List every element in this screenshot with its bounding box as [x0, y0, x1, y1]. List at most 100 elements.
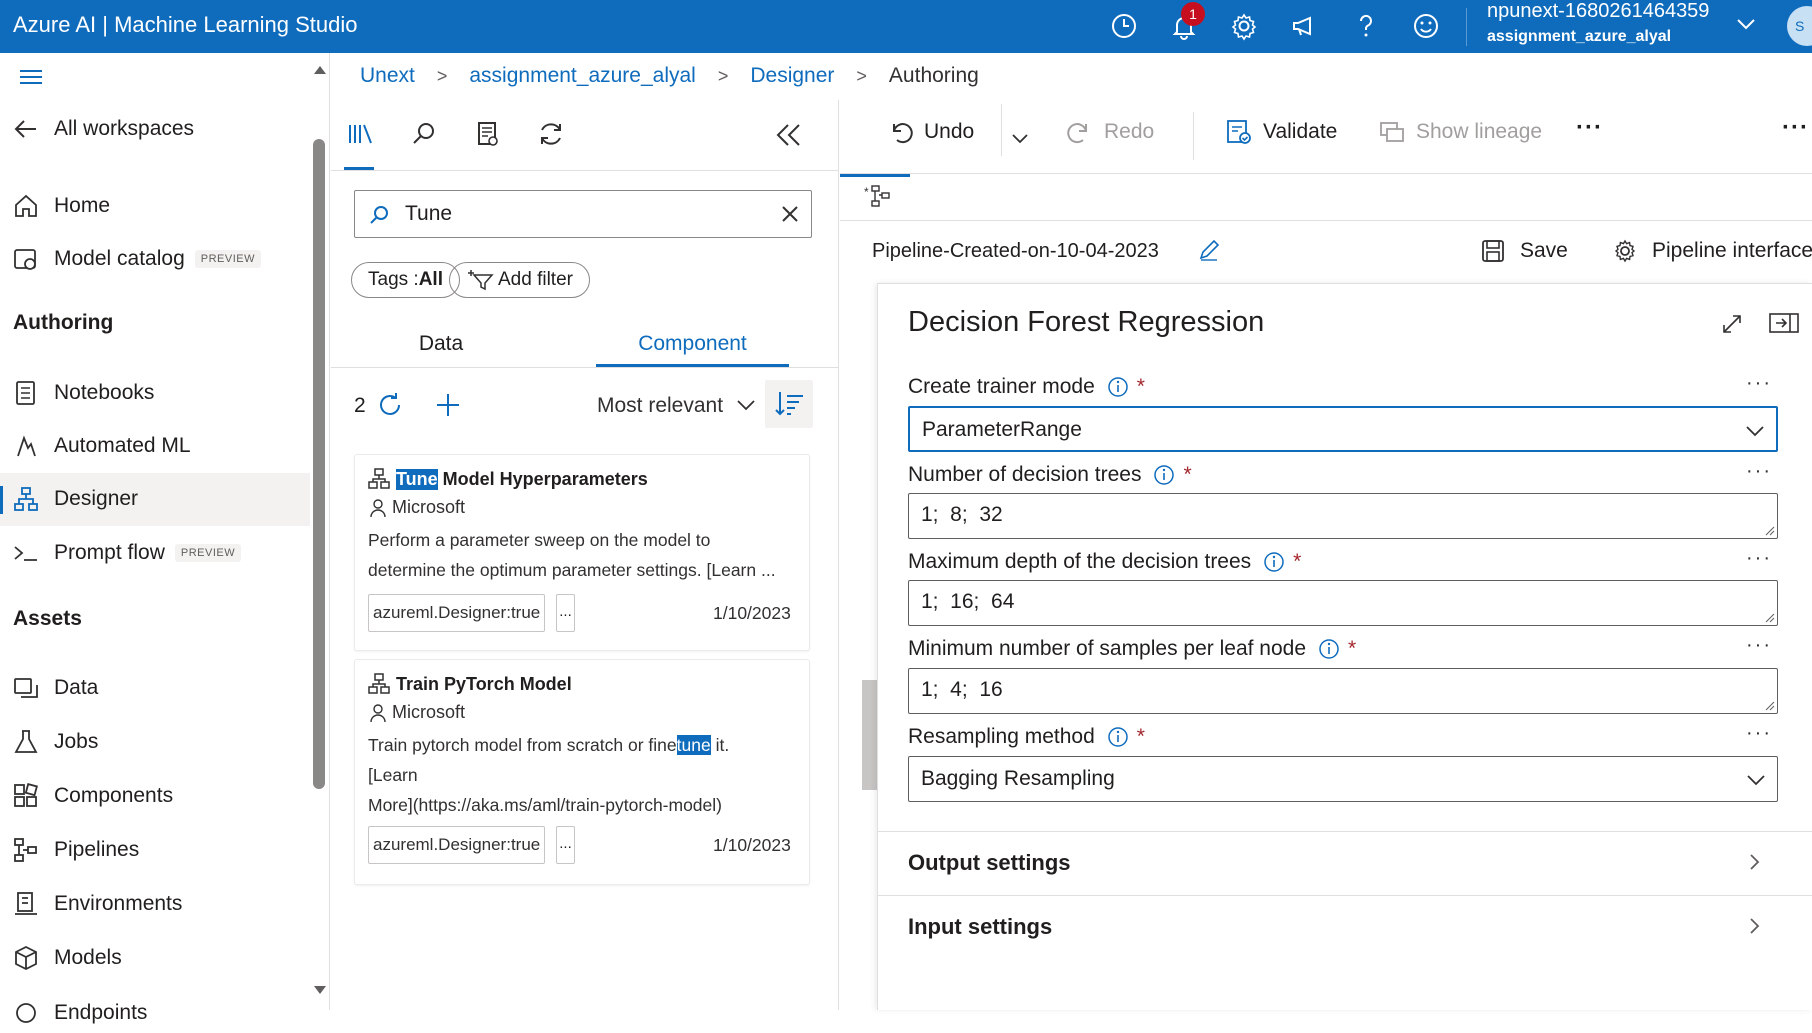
card-title-highlight: Tune	[396, 468, 438, 490]
edit-name-icon[interactable]	[1197, 238, 1221, 262]
required-mark: *	[1136, 725, 1145, 748]
dropdown-value: Bagging Resampling	[921, 767, 1115, 790]
smiley-icon[interactable]	[1410, 10, 1442, 42]
show-lineage-label: Show lineage	[1416, 120, 1543, 143]
nav-data[interactable]: Data	[12, 668, 98, 708]
breadcrumb-designer[interactable]: Designer	[750, 64, 834, 88]
canvas-more-button[interactable]: ···	[1782, 114, 1809, 142]
nav-model-catalog-label: Model catalog	[54, 247, 185, 270]
chevron-down-icon[interactable]	[1010, 128, 1030, 148]
expand-icon[interactable]	[1720, 312, 1744, 336]
divider	[1193, 112, 1194, 160]
search-icon	[370, 206, 388, 224]
refresh-results-icon[interactable]	[375, 390, 405, 420]
clock-icon[interactable]	[1108, 10, 1140, 42]
chevron-down-icon[interactable]	[1734, 12, 1758, 36]
field-more-button[interactable]: ···	[1746, 634, 1772, 657]
nav-components[interactable]: Components	[12, 776, 173, 816]
toolbar-more-button[interactable]: ···	[1576, 114, 1603, 142]
hamburger-icon[interactable]	[18, 67, 44, 87]
field-more-button[interactable]: ···	[1746, 460, 1772, 483]
info-icon[interactable]	[1153, 464, 1175, 486]
report-tab[interactable]	[468, 114, 508, 154]
show-lineage-button[interactable]: Show lineage	[1378, 118, 1542, 146]
nav-notebooks[interactable]: Notebooks	[12, 373, 154, 413]
dropdown-value: ParameterRange	[922, 418, 1082, 441]
info-icon[interactable]	[1107, 726, 1129, 748]
arrow-left-icon	[14, 120, 36, 138]
number-of-trees-input[interactable]: 1; 8; 32	[908, 493, 1778, 539]
add-component-icon[interactable]	[433, 390, 463, 420]
validate-button[interactable]: Validate	[1225, 118, 1337, 146]
create-trainer-mode-dropdown[interactable]: ParameterRange	[908, 406, 1778, 452]
nav-scrollbar-thumb[interactable]	[313, 139, 325, 789]
clear-search-icon[interactable]	[779, 203, 801, 225]
info-icon[interactable]	[1263, 551, 1285, 573]
library-tab[interactable]	[341, 114, 381, 154]
refresh-tab[interactable]	[531, 114, 571, 154]
breadcrumb-workspace[interactable]: assignment_azure_alyal	[469, 64, 695, 88]
scroll-up-icon[interactable]	[310, 63, 330, 77]
breadcrumb-workspace-org[interactable]: Unext	[360, 64, 415, 88]
search-tab[interactable]	[404, 114, 444, 154]
resize-grip-icon[interactable]	[1765, 613, 1775, 623]
field-label: Minimum number of samples per leaf node …	[908, 637, 1356, 661]
tags-filter-button[interactable]: Tags : All	[351, 262, 460, 298]
undo-button[interactable]: Undo	[886, 118, 974, 146]
output-settings-section[interactable]: Output settings	[878, 831, 1812, 895]
chevron-down-icon	[1746, 426, 1764, 437]
info-icon[interactable]	[1107, 376, 1129, 398]
info-icon[interactable]	[1318, 638, 1340, 660]
nav-designer[interactable]: Designer	[12, 479, 138, 519]
field-more-button[interactable]: ···	[1746, 372, 1772, 395]
component-search-input[interactable]	[403, 201, 763, 227]
resampling-method-dropdown[interactable]: Bagging Resampling	[908, 756, 1778, 802]
user-name[interactable]: npunext-1680261464359	[1487, 0, 1709, 23]
card-title: Tune Model Hyperparameters	[368, 468, 648, 490]
input-settings-section[interactable]: Input settings	[878, 895, 1812, 959]
nav-jobs[interactable]: Jobs	[12, 722, 98, 762]
close-panel-icon[interactable]	[1768, 310, 1800, 336]
help-icon[interactable]	[1350, 10, 1382, 42]
nav-environments[interactable]: Environments	[12, 884, 182, 924]
save-button[interactable]: Save	[1480, 238, 1568, 264]
field-label-text: Maximum depth of the decision trees	[908, 550, 1252, 573]
nav-models[interactable]: Models	[12, 938, 122, 978]
preview-badge: PREVIEW	[174, 544, 242, 562]
collapse-panel-icon[interactable]	[772, 118, 806, 152]
field-more-button[interactable]: ···	[1746, 722, 1772, 745]
nav-model-catalog[interactable]: Model catalog PREVIEW	[12, 239, 261, 279]
max-depth-input[interactable]: 1; 16; 64	[908, 580, 1778, 626]
user-workspace[interactable]: assignment_azure_alyal	[1487, 28, 1671, 46]
add-filter-button[interactable]: Add filter	[449, 262, 590, 298]
nav-automated-ml[interactable]: Automated ML	[12, 426, 191, 466]
canvas-scrollbar[interactable]	[862, 680, 878, 790]
breadcrumb-current: Authoring	[888, 64, 979, 87]
resize-grip-icon[interactable]	[1765, 701, 1775, 711]
pipeline-interface-button[interactable]: Pipeline interface	[1612, 238, 1812, 264]
app-title[interactable]: Azure AI | Machine Learning Studio	[13, 12, 357, 38]
sort-order-button[interactable]	[765, 380, 813, 428]
card-tag-more[interactable]: ...	[556, 594, 575, 632]
component-card[interactable]: Tune Model Hyperparameters Microsoft Per…	[354, 454, 810, 651]
tab-component[interactable]: Component	[596, 332, 789, 356]
component-card[interactable]: Train PyTorch Model Microsoft Train pyto…	[354, 659, 810, 885]
pipeline-tab[interactable]: *	[840, 174, 910, 221]
nav-home[interactable]: Home	[12, 186, 110, 226]
nav-prompt-flow[interactable]: Prompt flow PREVIEW	[12, 533, 242, 573]
megaphone-icon[interactable]	[1288, 10, 1320, 42]
redo-button[interactable]: Redo	[1066, 118, 1154, 146]
tab-data[interactable]: Data	[381, 332, 501, 356]
sort-dropdown[interactable]: Most relevant	[597, 394, 723, 418]
field-more-button[interactable]: ···	[1746, 547, 1772, 570]
scroll-down-icon[interactable]	[310, 983, 330, 997]
nav-pipelines[interactable]: Pipelines	[12, 830, 139, 870]
resize-grip-icon[interactable]	[1765, 526, 1775, 536]
card-tag-more[interactable]: ...	[556, 826, 575, 864]
nav-endpoints[interactable]: Endpoints	[12, 993, 147, 1033]
nav-all-workspaces[interactable]: All workspaces	[12, 109, 194, 149]
card-title-text: Train PyTorch Model	[396, 673, 572, 694]
min-samples-input[interactable]: 1; 4; 16	[908, 668, 1778, 714]
chevron-down-icon[interactable]	[735, 394, 757, 416]
gear-icon[interactable]	[1228, 10, 1260, 42]
